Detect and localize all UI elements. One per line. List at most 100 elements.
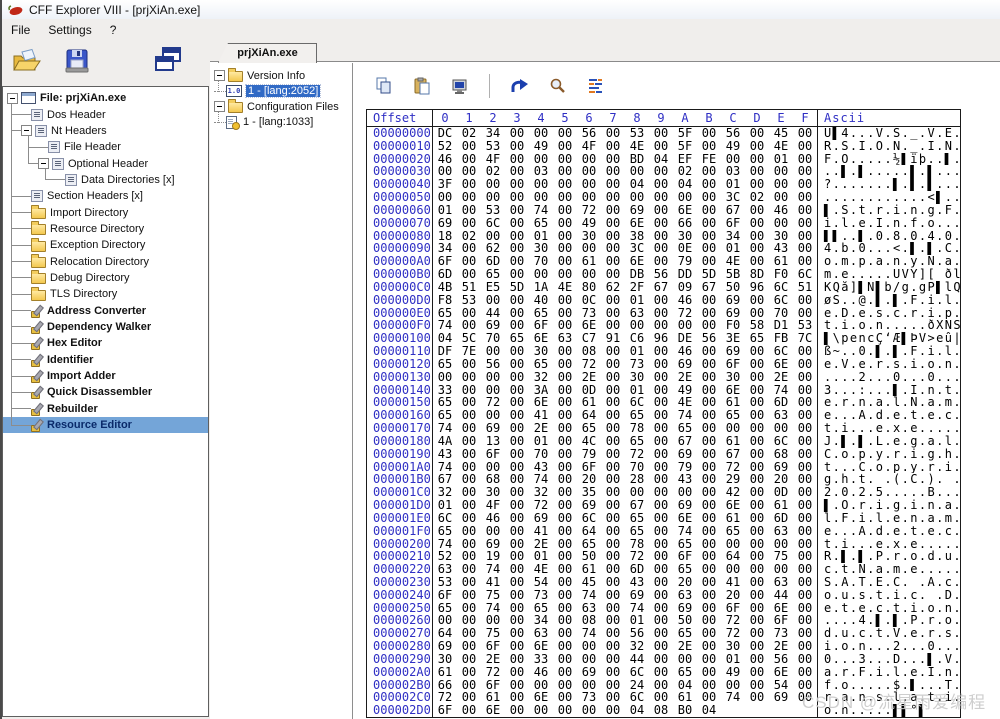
hex-byte-cell[interactable]: 30: [433, 653, 457, 666]
hex-ascii[interactable]: i.l.e.I.n.f.o...: [818, 217, 960, 230]
hex-byte-cell[interactable]: 01: [625, 294, 649, 307]
hex-ascii[interactable]: ▌.O.r.i.g.i.n.a.: [818, 499, 960, 512]
hex-byte-cell[interactable]: 00: [649, 127, 673, 140]
hex-byte-cell[interactable]: 00: [745, 358, 769, 371]
hex-byte-cell[interactable]: 00: [745, 345, 769, 358]
hex-byte-cell[interactable]: 69: [529, 512, 553, 525]
hex-byte-cell[interactable]: 00: [793, 435, 817, 448]
hex-byte-cell[interactable]: 62: [601, 281, 625, 294]
hex-byte-cell[interactable]: 5D: [697, 268, 721, 281]
hex-byte-cell[interactable]: 00: [721, 422, 745, 435]
hex-ascii[interactable]: o.u.s.t.i.c. .D.: [818, 589, 960, 602]
hex-byte-cell[interactable]: 6E: [769, 666, 793, 679]
hex-byte-cell[interactable]: 00: [505, 448, 529, 461]
tree-item-tls-directory[interactable]: TLS Directory: [3, 286, 208, 302]
hex-ascii[interactable]: e.D.e.s.c.r.i.p.: [818, 307, 960, 320]
hex-byte-cell[interactable]: 00: [649, 666, 673, 679]
hex-byte-cell[interactable]: 00: [793, 204, 817, 217]
hex-byte-cell[interactable]: 00: [697, 435, 721, 448]
hex-byte-cell[interactable]: 0C: [577, 294, 601, 307]
hex-ascii[interactable]: d.u.c.t.V.e.r.s.: [818, 627, 960, 640]
hex-byte-cell[interactable]: 5B: [721, 268, 745, 281]
hex-byte-cell[interactable]: 67: [649, 281, 673, 294]
hex-byte-cell[interactable]: 00: [673, 653, 697, 666]
hex-byte-cell[interactable]: 00: [457, 435, 481, 448]
hex-byte-cell[interactable]: 00: [505, 217, 529, 230]
hex-byte-cell[interactable]: 74: [721, 691, 745, 704]
hex-byte-cell[interactable]: 00: [505, 140, 529, 153]
hex-byte-cell[interactable]: 00: [505, 589, 529, 602]
paste-button[interactable]: [411, 75, 433, 97]
hex-ascii[interactable]: i.o.n...2...0...: [818, 640, 960, 653]
hex-byte-cell[interactable]: 00: [649, 345, 673, 358]
hex-byte-cell[interactable]: 00: [457, 512, 481, 525]
hex-byte-cell[interactable]: 00: [505, 512, 529, 525]
hex-byte-cell[interactable]: 70: [529, 448, 553, 461]
hex-ascii[interactable]: 3...:...▌.I.n.t.: [818, 384, 960, 397]
hex-byte-cell[interactable]: 2E: [769, 371, 793, 384]
hex-byte-cell[interactable]: 7E: [457, 345, 481, 358]
hex-byte-cell[interactable]: 40: [529, 294, 553, 307]
hex-byte-cell[interactable]: 2E: [529, 422, 553, 435]
find-button[interactable]: [546, 75, 568, 97]
hex-ascii[interactable]: ▌.S.t.r.i.n.g.F.: [818, 204, 960, 217]
hex-byte-cell[interactable]: 6C: [625, 666, 649, 679]
hex-byte-cell[interactable]: 67: [697, 281, 721, 294]
tree-item-resource-directory[interactable]: Resource Directory: [3, 221, 208, 237]
hex-ascii[interactable]: t.i...e.x.e.....: [818, 538, 960, 551]
encoding-button[interactable]: [584, 75, 606, 97]
hex-byte-cell[interactable]: 00: [553, 358, 577, 371]
hex-byte-cell[interactable]: 4E: [769, 140, 793, 153]
hex-byte-cell[interactable]: 43: [433, 448, 457, 461]
hex-ascii[interactable]: Ü▌4...V.S._.V.E.: [818, 127, 960, 140]
hex-byte-cell[interactable]: 45: [769, 127, 793, 140]
hex-byte-cell[interactable]: 69: [673, 358, 697, 371]
hex-byte-cell[interactable]: 00: [601, 704, 625, 717]
hex-byte-cell[interactable]: 4B: [433, 281, 457, 294]
hex-byte-cell[interactable]: 00: [745, 589, 769, 602]
hex-byte-cell[interactable]: 00: [601, 576, 625, 589]
hex-byte-cell[interactable]: 46: [673, 345, 697, 358]
hex-byte-cell[interactable]: 00: [793, 653, 817, 666]
hex-byte-cell[interactable]: 00: [505, 268, 529, 281]
hex-byte-cell[interactable]: 00: [697, 512, 721, 525]
hex-byte-cell[interactable]: 01: [625, 345, 649, 358]
hex-ascii[interactable]: e...A.d.e.t.e.c.: [818, 409, 960, 422]
tree-item-identifier[interactable]: Identifier: [3, 352, 208, 368]
hex-byte-cell[interactable]: 00: [505, 371, 529, 384]
hex-byte-cell[interactable]: DD: [673, 268, 697, 281]
hex-byte-cell[interactable]: 00: [745, 217, 769, 230]
hex-byte-cell[interactable]: 8D: [745, 268, 769, 281]
tree-item-quick-disassembler[interactable]: Quick Disassembler: [3, 384, 208, 400]
hex-byte-cell[interactable]: 00: [601, 204, 625, 217]
hex-byte-cell[interactable]: 00: [649, 448, 673, 461]
resource-item-version-info[interactable]: Version Info: [210, 68, 352, 84]
hex-byte-cell[interactable]: 00: [697, 140, 721, 153]
hex-byte-cell[interactable]: 00: [505, 435, 529, 448]
hex-byte-cell[interactable]: 78: [625, 422, 649, 435]
tree-item-hex-editor[interactable]: Hex Editor: [3, 335, 208, 351]
hex-byte-cell[interactable]: B0: [673, 704, 697, 717]
hex-byte-cell[interactable]: 75: [481, 589, 505, 602]
hex-byte-cell[interactable]: 00: [793, 345, 817, 358]
hex-byte-cell[interactable]: 2E: [577, 371, 601, 384]
hex-byte-cell[interactable]: 00: [577, 704, 601, 717]
hex-byte-cell[interactable]: 00: [553, 499, 577, 512]
hex-byte-cell[interactable]: 00: [793, 499, 817, 512]
hex-byte-cell[interactable]: 2E: [481, 653, 505, 666]
hex-byte-cell[interactable]: 53: [625, 127, 649, 140]
document-tab[interactable]: prjXiAn.exe: [218, 43, 317, 63]
resource-item-1-lang-1033[interactable]: 1 - [lang:1033]: [210, 115, 352, 131]
hex-byte-cell[interactable]: 6F: [721, 217, 745, 230]
hex-byte-cell[interactable]: 32: [529, 371, 553, 384]
hex-ascii[interactable]: ß~..0.▌.▌.F.i.l.: [818, 345, 960, 358]
hex-ascii[interactable]: R.S.I.O.N._.I.N.: [818, 140, 960, 153]
hex-byte-cell[interactable]: 00: [697, 127, 721, 140]
hex-byte-cell[interactable]: 00: [457, 589, 481, 602]
hex-ascii[interactable]: S.A.T.E.C. .A.c.: [818, 576, 960, 589]
hex-byte-cell[interactable]: 00: [649, 204, 673, 217]
hex-ascii[interactable]: J.▌.▌.L.e.g.a.l.: [818, 435, 960, 448]
hex-byte-cell[interactable]: 00: [793, 127, 817, 140]
hex-byte-cell[interactable]: 33: [529, 653, 553, 666]
hex-byte-cell[interactable]: 00: [601, 666, 625, 679]
